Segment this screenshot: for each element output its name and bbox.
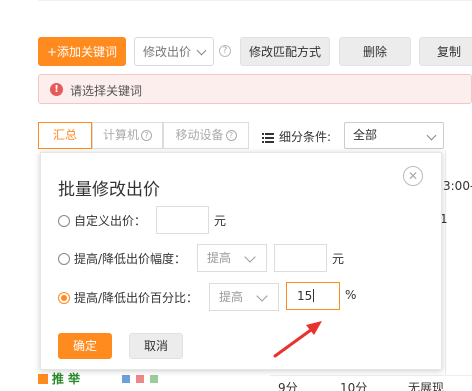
text-cursor [313,289,315,302]
filter-label-text: 细分条件: [279,130,332,144]
amount-adjust-label: 提高/降低出价幅度： [74,252,187,266]
modify-bid-label: 修改出价 [143,45,192,59]
amount-adjust-select-value: 提高 [207,251,232,265]
modify-bid-dropdown[interactable]: 修改出价 [134,37,214,66]
copy-button[interactable]: 复制 [419,37,472,66]
amount-adjust-option[interactable]: 提高/降低出价幅度： [58,250,186,267]
percent-adjust-unit: % [345,288,357,302]
table-right-column: 3:00- 1 [440,150,472,391]
alert-message: 请选择关键词 [70,84,143,98]
amount-adjust-input[interactable] [274,244,327,272]
time-header: 3:00- [443,179,472,193]
custom-bid-label: 自定义出价： [74,214,147,228]
device-icon [149,375,158,383]
help-circle-icon: ? [141,130,152,141]
modify-match-button[interactable]: 修改匹配方式 [240,37,330,66]
custom-bid-input[interactable] [156,206,209,234]
device-icon [121,375,130,383]
chevron-down-icon [244,251,256,263]
tab-mobile[interactable]: 移动设备? [163,122,249,149]
table-row: 9分 10分 无展现 [270,375,472,391]
percent-adjust-value: 15 [297,289,313,303]
percent-adjust-select[interactable]: 提高 [209,283,279,311]
top-divider [38,0,472,4]
filter-select-value: 全部 [353,128,378,142]
help-circle-icon: ? [225,130,237,141]
annotation-arrow-icon [273,321,322,358]
dialog-title: 批量修改出价 [58,180,160,200]
table-cell: 无展现 [408,381,445,391]
question-circle-icon[interactable]: ? [219,45,231,57]
batch-modify-bid-dialog: 批量修改出价 ✕ 自定义出价： 元 提高/降低出价幅度： 提高 元 提高/降低出… [40,152,442,370]
percent-adjust-radio[interactable] [58,292,70,304]
chevron-down-icon [256,290,268,302]
tab-computer-label: 计算机 [102,128,139,142]
keyword-text: 推 举 [51,372,81,386]
checkbox[interactable] [38,374,48,384]
table-cell: 10分 [340,381,368,391]
confirm-button[interactable]: 确定 [58,333,112,359]
tab-summary[interactable]: 汇总 [38,122,92,149]
close-icon[interactable]: ✕ [403,166,423,186]
tab-computer[interactable]: 计算机? [92,122,163,149]
delete-button[interactable]: 删除 [339,37,411,66]
filter-label: 细分条件: [262,128,331,145]
percent-adjust-input[interactable]: 15 [286,282,340,310]
custom-bid-radio[interactable] [58,215,70,227]
chevron-down-icon [196,45,207,56]
percent-adjust-label: 提高/降低出价百分比： [74,291,199,305]
cancel-button[interactable]: 取消 [129,333,183,359]
alert-bar: ! 请选择关键词 [38,74,472,104]
tab-mobile-label: 移动设备 [175,128,224,142]
add-keyword-button[interactable]: +添加关键词 [38,37,126,66]
amount-adjust-unit: 元 [332,252,345,266]
filter-select[interactable]: 全部 [344,122,444,149]
amount-adjust-radio[interactable] [58,253,70,265]
percent-adjust-option[interactable]: 提高/降低出价百分比： [58,289,198,306]
background-row-peek: 推 举 [38,370,158,387]
percent-adjust-select-value: 提高 [219,290,244,304]
custom-bid-unit: 元 [214,214,227,228]
table-cell: 9分 [278,381,298,391]
device-icon [135,375,144,383]
list-icon [262,132,274,143]
chevron-down-icon [426,130,437,141]
amount-adjust-select[interactable]: 提高 [197,244,267,272]
custom-bid-option[interactable]: 自定义出价： [58,212,146,229]
exclamation-circle-icon: ! [50,83,63,96]
